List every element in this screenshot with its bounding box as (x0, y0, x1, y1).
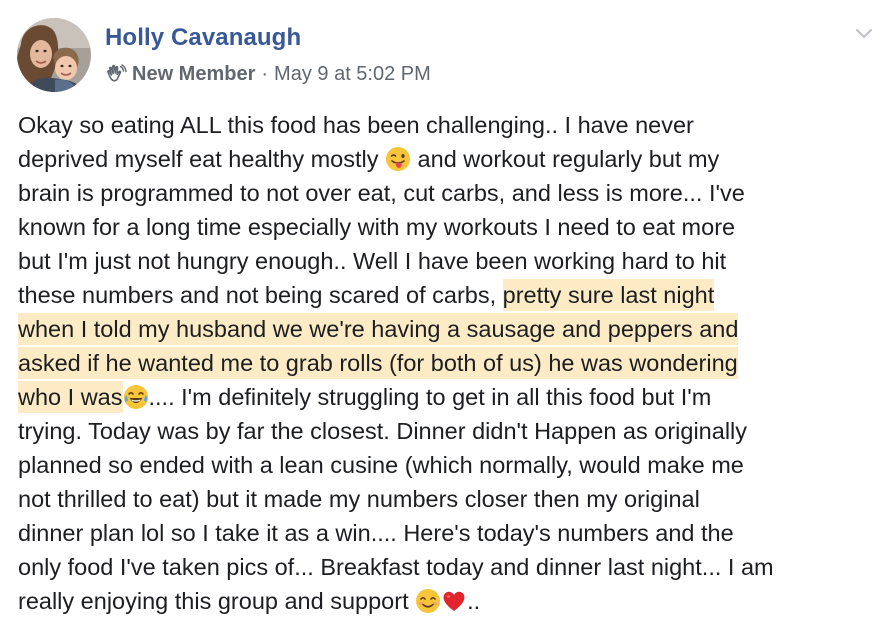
post-line: but I'm just not hungry enough.. Well I … (18, 248, 727, 274)
meta-separator: · (261, 62, 269, 85)
post-meta: New Member · May 9 at 5:02 PM (105, 61, 431, 87)
post-line: deprived myself eat healthy mostly and w… (18, 146, 720, 172)
red-heart-emoji (443, 591, 465, 611)
post-line: trying. Today was by far the closest. Di… (18, 418, 748, 444)
post-line: dinner plan lol so I take it as a win...… (18, 520, 734, 546)
chevron-down-icon[interactable] (852, 22, 876, 46)
post-line: planned so ended with a lean cusine (whi… (18, 452, 744, 478)
avatar-photo (17, 18, 91, 92)
post-line: not thrilled to eat) but it made my numb… (18, 486, 700, 512)
author-name[interactable]: Holly Cavanaugh (105, 24, 301, 52)
avatar[interactable] (17, 18, 91, 92)
tears-of-joy-emoji (123, 385, 148, 409)
member-role-badge: New Member (132, 62, 256, 85)
post-body: Okay so eating ALL this food has been ch… (18, 108, 884, 618)
waving-hand-icon (107, 64, 127, 82)
post-line: Okay so eating ALL this food has been ch… (18, 112, 694, 138)
smiling-face-emoji (416, 589, 441, 613)
winking-tongue-emoji (386, 147, 411, 171)
highlighted-text: pretty sure last night (502, 279, 715, 311)
post-line: brain is programmed to not over eat, cut… (18, 180, 745, 206)
highlighted-text: who I was (18, 381, 123, 413)
highlighted-text: asked if he wanted me to grab rolls (for… (18, 347, 738, 379)
post-line: really enjoying this group and support .… (18, 588, 481, 614)
group-post: Holly Cavanaugh New Member · May 9 at 5:… (0, 0, 890, 628)
post-line: who I was .... I'm definitely struggling… (18, 380, 884, 414)
post-line: known for a long time especially with my… (18, 214, 736, 240)
post-line: when I told my husband we we're having a… (18, 312, 884, 346)
post-line: asked if he wanted me to grab rolls (for… (18, 346, 884, 380)
post-line: these numbers and not being scared of ca… (18, 278, 884, 312)
highlighted-text: when I told my husband we we're having a… (18, 313, 739, 345)
post-line: only food I've taken pics of... Breakfas… (18, 554, 774, 580)
post-timestamp[interactable]: May 9 at 5:02 PM (274, 63, 431, 86)
